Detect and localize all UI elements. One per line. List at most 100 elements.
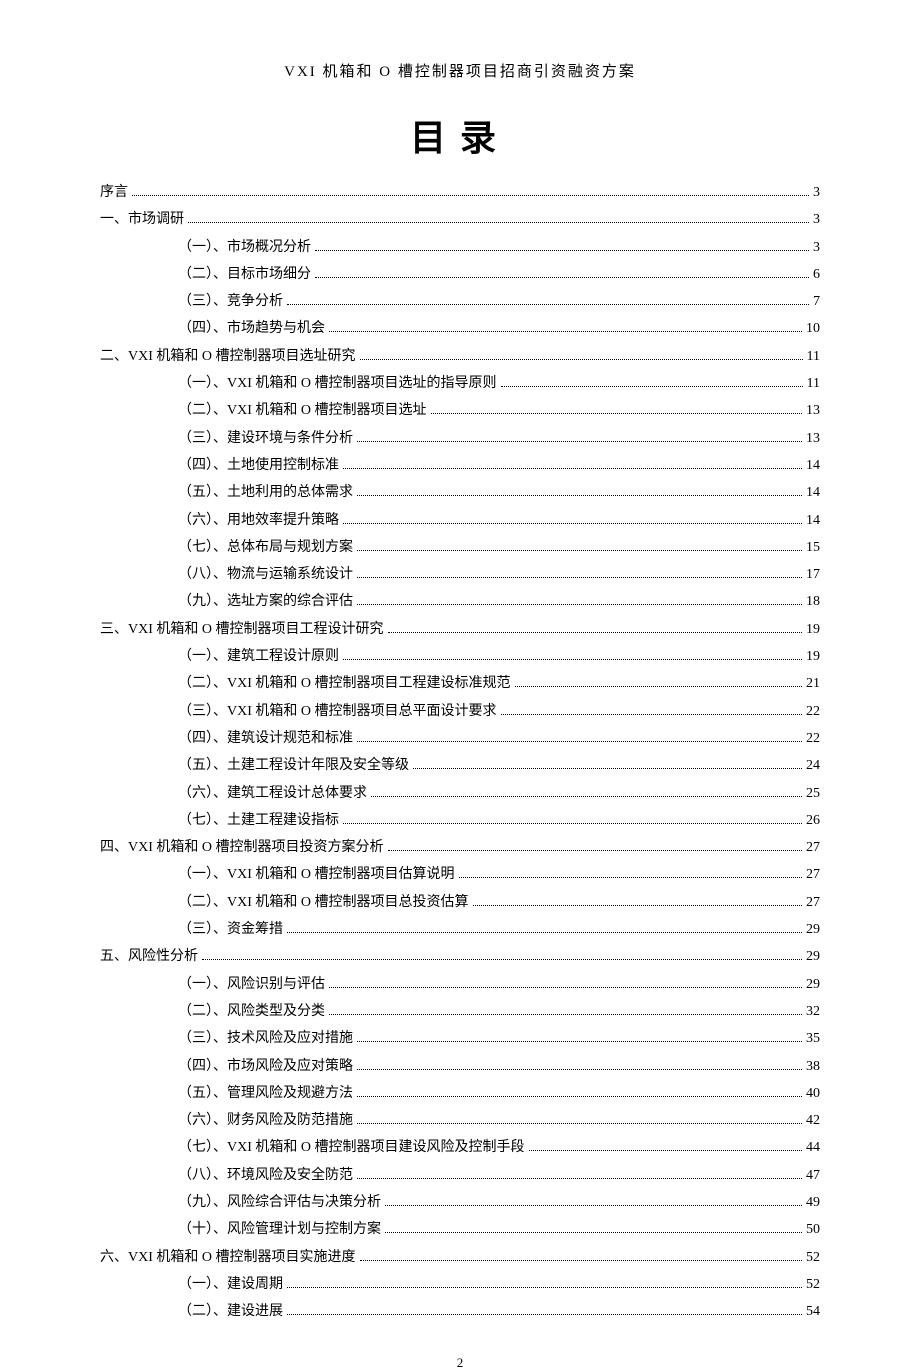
toc-entry-label: （四）、土地使用控制标准 [178,452,339,479]
toc-leader-dots [357,741,802,742]
toc-entry-label: （八）、环境风险及安全防范 [178,1162,353,1189]
toc-entry-label: （二）、VXI 机箱和 O 槽控制器项目总投资估算 [178,889,469,916]
toc-entry-page: 44 [806,1134,820,1161]
toc-entry: （二）、VXI 机箱和 O 槽控制器项目总投资估算27 [178,889,820,916]
toc-entry: （四）、市场趋势与机会10 [178,315,820,342]
toc-entry-page: 19 [806,616,820,643]
toc-leader-dots [385,1205,802,1206]
toc-entry-page: 17 [806,561,820,588]
toc-entry-label: （三）、建设环境与条件分析 [178,425,353,452]
toc-entry: （七）、VXI 机箱和 O 槽控制器项目建设风险及控制手段44 [178,1134,820,1161]
toc-entry: （三）、建设环境与条件分析13 [178,425,820,452]
toc-leader-dots [357,577,802,578]
toc-entry-label: （三）、技术风险及应对措施 [178,1025,353,1052]
toc-leader-dots [357,1096,802,1097]
toc-entry-label: （一）、风险识别与评估 [178,971,325,998]
toc-entry-label: （四）、建筑设计规范和标准 [178,725,353,752]
toc-entry-page: 54 [806,1298,820,1325]
toc-entry: （三）、资金筹措29 [178,916,820,943]
toc-entry: 六、VXI 机箱和 O 槽控制器项目实施进度52 [100,1244,820,1271]
toc-entry-page: 15 [806,534,820,561]
toc-leader-dots [473,905,803,906]
toc-entry-label: （七）、土建工程建设指标 [178,807,339,834]
toc-leader-dots [371,796,802,797]
toc-entry-label: （四）、市场风险及应对策略 [178,1053,353,1080]
toc-entry-page: 7 [813,288,820,315]
toc-leader-dots [287,304,809,305]
toc-entry-page: 14 [806,452,820,479]
toc-entry-page: 11 [807,370,820,397]
toc-leader-dots [385,1232,802,1233]
toc-entry-page: 21 [806,670,820,697]
toc-entry-page: 22 [806,725,820,752]
toc-leader-dots [343,823,802,824]
toc-entry-label: （七）、总体布局与规划方案 [178,534,353,561]
toc-entry-page: 22 [806,698,820,725]
toc-entry: （七）、总体布局与规划方案 15 [178,534,820,561]
toc-entry-page: 35 [806,1025,820,1052]
toc-entry-page: 3 [813,179,820,206]
toc-entry: （四）、建筑设计规范和标准 22 [178,725,820,752]
toc-entry: 四、VXI 机箱和 O 槽控制器项目投资方案分析27 [100,834,820,861]
toc-entry: （二）、目标市场细分6 [178,261,820,288]
toc-entry-page: 18 [806,588,820,615]
toc-leader-dots [357,1123,802,1124]
toc-entry: （一）、市场概况分析3 [178,234,820,261]
toc-entry: （一）、VXI 机箱和 O 槽控制器项目选址的指导原则 11 [178,370,820,397]
toc-entry: 一、市场调研3 [100,206,820,233]
toc-leader-dots [343,659,802,660]
toc-entry: （六）、用地效率提升策略14 [178,507,820,534]
toc-entry: （一）、风险识别与评估29 [178,971,820,998]
toc-leader-dots [388,632,803,633]
toc-leader-dots [329,331,802,332]
toc-entry: （二）、VXI 机箱和 O 槽控制器项目选址13 [178,397,820,424]
toc-entry-label: 二、VXI 机箱和 O 槽控制器项目选址研究 [100,343,356,370]
toc-entry-page: 3 [813,234,820,261]
toc-entry-label: （二）、VXI 机箱和 O 槽控制器项目工程建设标准规范 [178,670,511,697]
toc-entry-page: 26 [806,807,820,834]
toc-leader-dots [357,550,802,551]
toc-entry-label: （五）、管理风险及规避方法 [178,1080,353,1107]
toc-entry: （五）、管理风险及规避方法40 [178,1080,820,1107]
toc-entry: 五、风险性分析29 [100,943,820,970]
page-number: 2 [100,1355,820,1371]
toc-entry-page: 52 [806,1244,820,1271]
toc-entry-page: 3 [813,206,820,233]
toc-entry: （三）、技术风险及应对措施 35 [178,1025,820,1052]
toc-entry: 三、VXI 机箱和 O 槽控制器项目工程设计研究19 [100,616,820,643]
toc-leader-dots [329,1014,802,1015]
toc-entry: （七）、土建工程建设指标 26 [178,807,820,834]
toc-entry-label: （一）、VXI 机箱和 O 槽控制器项目选址的指导原则 [178,370,497,397]
toc-entry-label: （三）、竞争分析 [178,288,283,315]
toc-entry: （九）、选址方案的综合评估 18 [178,588,820,615]
toc-entry-page: 13 [806,397,820,424]
toc-entry: （六）、财务风险及防范措施42 [178,1107,820,1134]
toc-entry: （二）、建设进展54 [178,1298,820,1325]
toc-leader-dots [202,959,802,960]
toc-entry: （一）、建筑工程设计原则19 [178,643,820,670]
toc-entry: （一）、建设周期52 [178,1271,820,1298]
toc-entry: 二、VXI 机箱和 O 槽控制器项目选址研究11 [100,343,820,370]
toc-entry-page: 24 [806,752,820,779]
toc-entry-page: 6 [813,261,820,288]
toc-entry: （八）、物流与运输系统设计17 [178,561,820,588]
toc-entry-label: （六）、用地效率提升策略 [178,507,339,534]
toc-entry-page: 49 [806,1189,820,1216]
toc-leader-dots [287,932,802,933]
toc-entry-label: （九）、选址方案的综合评估 [178,588,353,615]
toc-entry-label: （三）、VXI 机箱和 O 槽控制器项目总平面设计要求 [178,698,497,725]
toc-leader-dots [357,495,802,496]
toc-leader-dots [357,1069,802,1070]
toc-entry-label: （一）、VXI 机箱和 O 槽控制器项目估算说明 [178,861,455,888]
toc-entry: （二）、风险类型及分类32 [178,998,820,1025]
toc-leader-dots [413,768,802,769]
toc-entry-page: 32 [806,998,820,1025]
toc-entry-page: 38 [806,1053,820,1080]
toc-leader-dots [343,468,802,469]
toc-leader-dots [501,386,803,387]
toc-entry-label: （十）、风险管理计划与控制方案 [178,1216,381,1243]
toc-entry-page: 47 [806,1162,820,1189]
toc-leader-dots [357,1178,802,1179]
toc-entry-page: 25 [806,780,820,807]
toc-leader-dots [315,250,809,251]
